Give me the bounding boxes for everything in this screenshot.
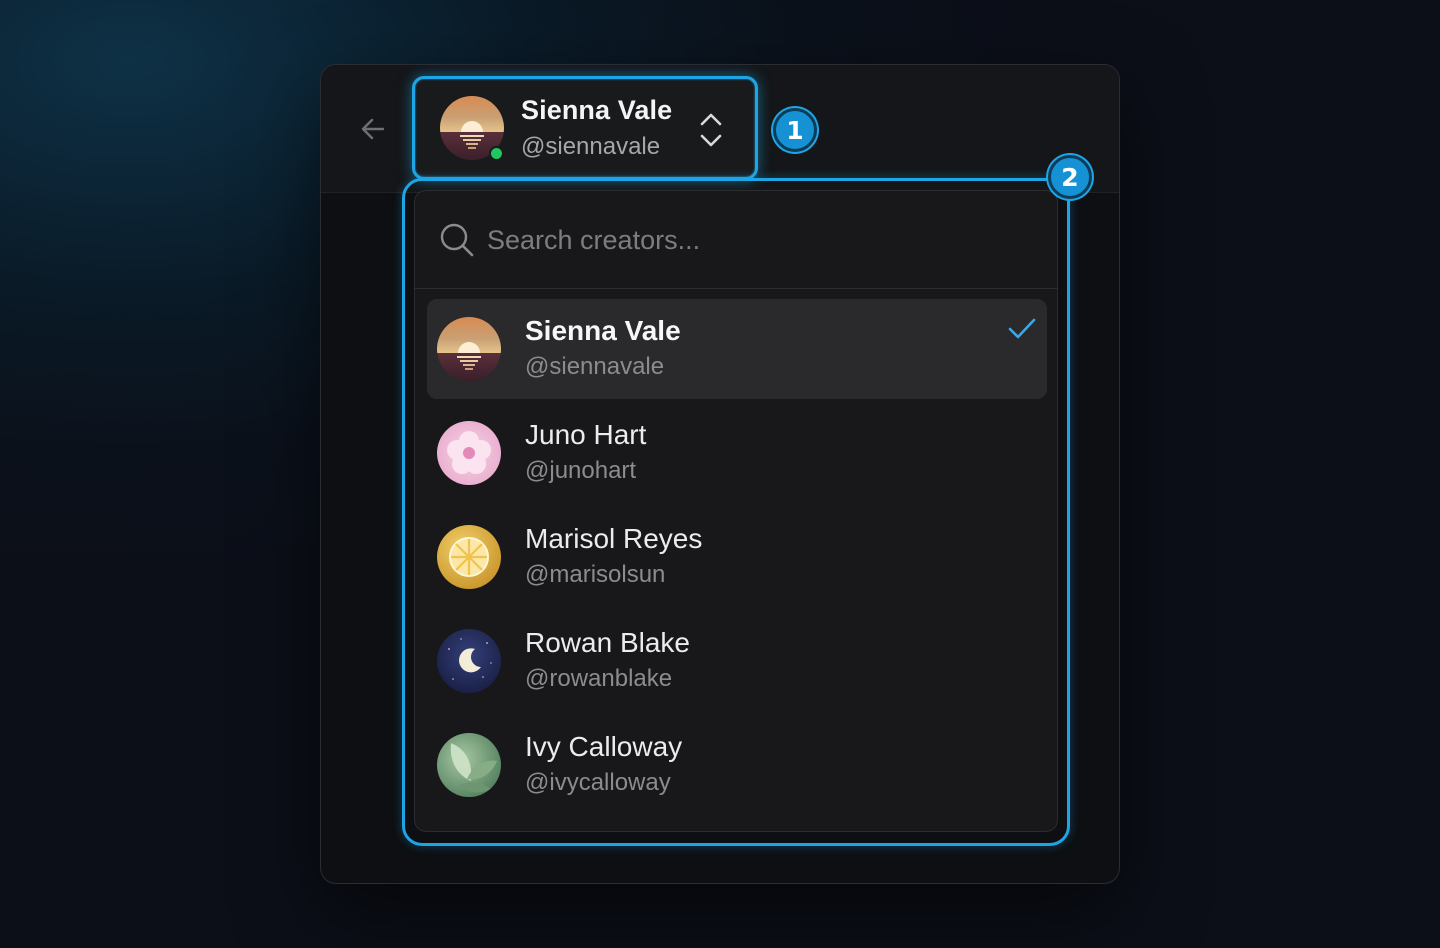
current-account-name: Sienna Vale [521, 95, 673, 125]
citrus-avatar [437, 525, 501, 589]
search-icon [440, 223, 474, 257]
leaf-avatar [437, 733, 501, 797]
creator-dropdown: Sienna Vale @siennavale Juno Hart [414, 190, 1058, 832]
account-switcher-button[interactable]: Sienna Vale @siennavale [412, 76, 758, 180]
creator-option-junohart[interactable]: Juno Hart @junohart [427, 403, 1047, 503]
flower-avatar [437, 421, 501, 485]
creator-handle: @rowanblake [525, 665, 673, 692]
creator-option-marisolsun[interactable]: Marisol Reyes @marisolsun [427, 507, 1047, 607]
creator-option-ivycalloway[interactable]: Ivy Calloway @ivycalloway [427, 715, 1047, 815]
creator-option-siennavale[interactable]: Sienna Vale @siennavale [427, 299, 1047, 399]
creator-handle: @ivycalloway [525, 769, 671, 796]
creator-handle: @marisolsun [525, 561, 666, 588]
arrow-left-icon[interactable] [359, 115, 387, 143]
current-account-handle: @siennavale [521, 133, 661, 160]
annotation-badge-1: 1 [773, 108, 817, 152]
creator-name: Sienna Vale [525, 315, 681, 346]
creator-name: Rowan Blake [525, 627, 690, 658]
annotation-badge-2: 2 [1048, 155, 1092, 199]
creator-name: Ivy Calloway [525, 731, 683, 762]
check-icon [1008, 318, 1036, 339]
sunset-avatar [437, 317, 501, 381]
search-creators-input[interactable] [487, 217, 1007, 263]
online-status-indicator [489, 146, 504, 161]
chevron-up-down-icon [700, 113, 722, 147]
creator-handle: @junohart [525, 457, 637, 484]
creator-name: Marisol Reyes [525, 523, 703, 554]
creator-option-rowanblake[interactable]: Rowan Blake @rowanblake [427, 611, 1047, 711]
creator-list: Sienna Vale @siennavale Juno Hart @junoh… [427, 299, 1047, 819]
search-row [415, 191, 1057, 289]
creator-handle: @siennavale [525, 353, 665, 380]
moon-avatar [437, 629, 501, 693]
creator-name: Juno Hart [525, 419, 647, 450]
